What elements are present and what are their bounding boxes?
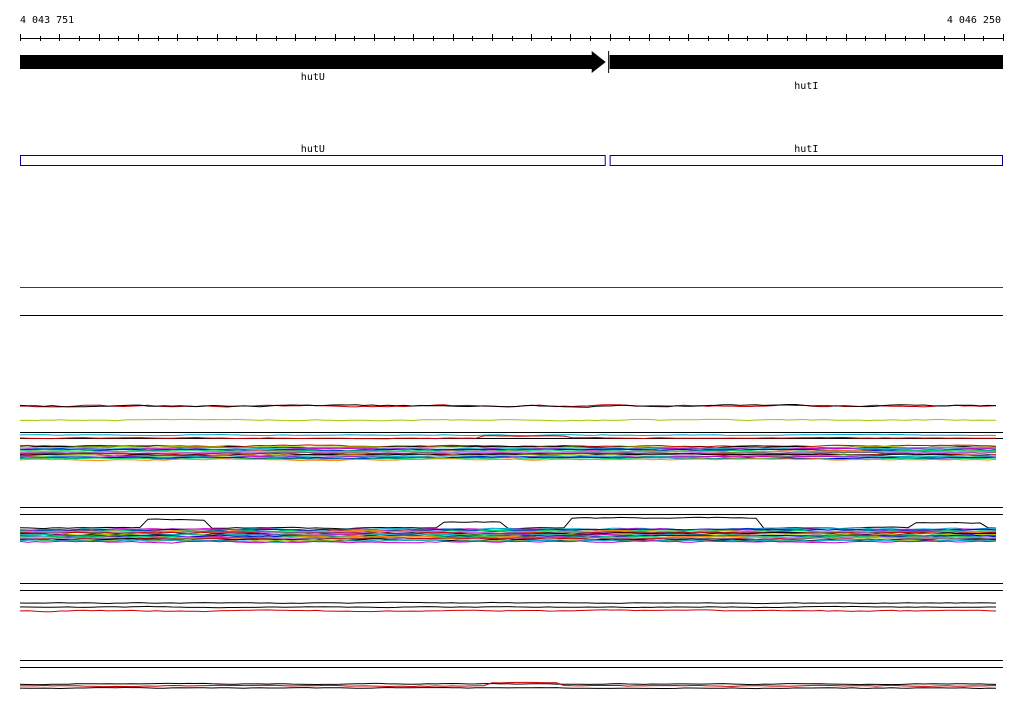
expression-trace (19, 418, 997, 422)
gene-label-hutU: hutU (301, 72, 325, 83)
coordinate-ruler (20, 34, 1004, 41)
gene-arrow-hutI[interactable] (609, 55, 1003, 69)
operon-label-hutU: hutU (301, 144, 325, 155)
gene-arrow-hutU[interactable] (20, 51, 606, 73)
expression-trace (19, 601, 997, 605)
operon-track: hutU hutI (20, 144, 1003, 166)
gene-label-hutI: hutI (794, 81, 818, 92)
operon-box-hutI[interactable] (609, 155, 1003, 166)
expression-trace (19, 682, 997, 686)
operon-box-hutU[interactable] (20, 155, 606, 166)
expression-trace (19, 516, 997, 530)
expression-trace (19, 609, 997, 613)
genome-browser-canvas: 4 043 751 4 046 250 hutU hutI hutU hutI (19, 15, 1004, 690)
coordinate-end-label: 4 046 250 (947, 15, 1001, 26)
expression-trace (19, 686, 997, 690)
coordinate-start-label: 4 043 751 (20, 15, 74, 26)
expression-profile-tracks (19, 404, 1003, 690)
gene-track: hutU hutI (20, 51, 1003, 92)
operon-label-hutI: hutI (794, 144, 818, 155)
expression-trace (19, 605, 996, 609)
